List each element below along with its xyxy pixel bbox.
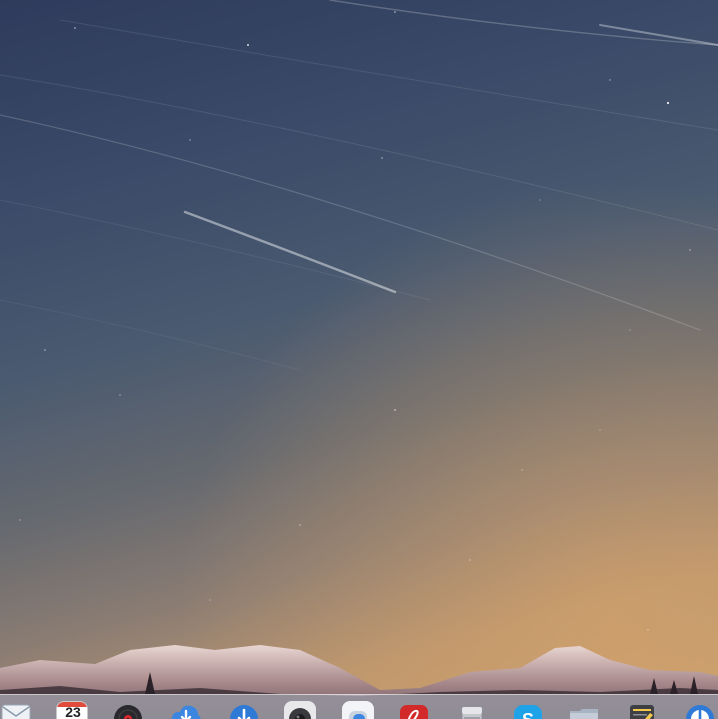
cloud-download-icon[interactable] xyxy=(170,701,202,719)
text-editor-icon[interactable] xyxy=(626,701,658,719)
calendar-icon[interactable]: 23 xyxy=(56,701,88,719)
music-record-icon[interactable] xyxy=(112,701,144,719)
calendar-date: 23 xyxy=(65,704,81,719)
svg-text:S: S xyxy=(522,710,534,719)
dock: 23 xyxy=(0,694,718,719)
mail-icon[interactable] xyxy=(0,701,32,719)
chat-bubble-icon[interactable] xyxy=(342,701,374,719)
folder-icon[interactable] xyxy=(568,701,600,719)
skype-icon[interactable]: S xyxy=(512,701,544,719)
desktop: 23 xyxy=(0,0,718,719)
download-arrow-icon[interactable] xyxy=(228,701,260,719)
storage-drive-icon[interactable] xyxy=(456,701,488,719)
wallpaper xyxy=(0,0,718,719)
camera-app-icon[interactable] xyxy=(284,701,316,719)
power-gauge-icon[interactable] xyxy=(684,701,716,719)
pdf-reader-icon[interactable] xyxy=(398,701,430,719)
